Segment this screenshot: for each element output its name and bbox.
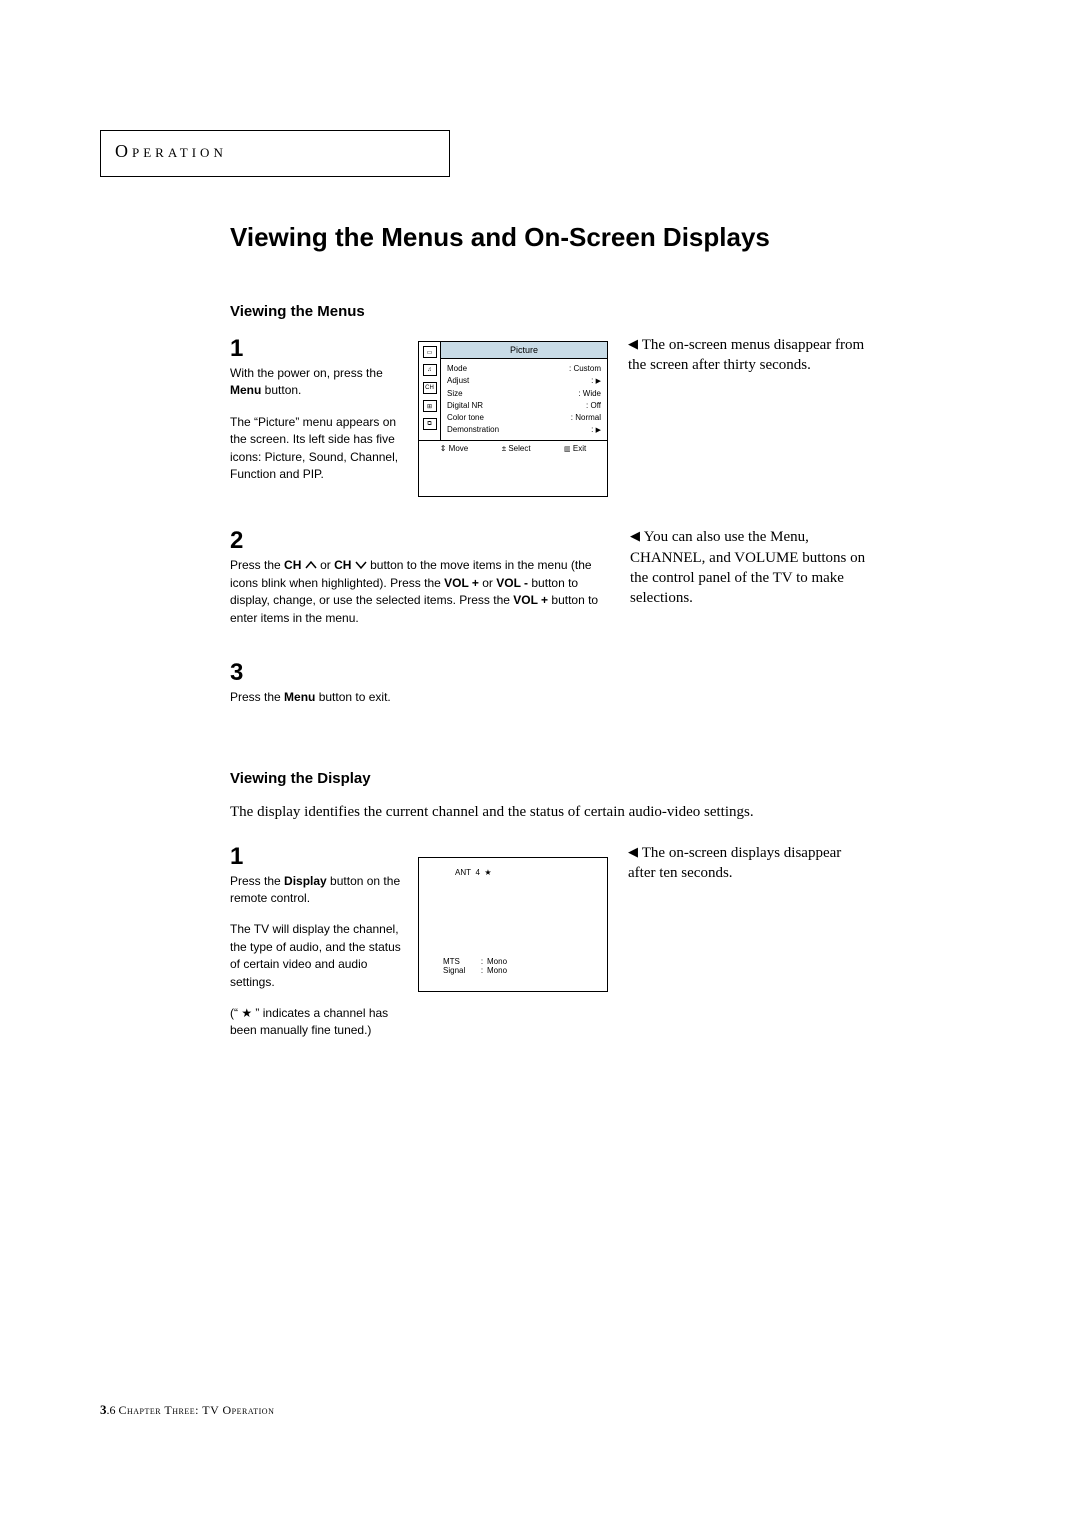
ch-down-icon bbox=[355, 560, 367, 570]
section-title-display: Viewing the Display bbox=[230, 770, 970, 787]
text: button. bbox=[261, 383, 301, 397]
text: Press the bbox=[230, 690, 284, 704]
osd-value: Mono bbox=[487, 957, 507, 966]
osd-value: Off bbox=[586, 400, 601, 412]
bold-text: CH bbox=[284, 558, 301, 572]
step-body: Press the Display button on the remote c… bbox=[230, 873, 410, 1040]
text: button to exit. bbox=[315, 690, 390, 704]
osd-display-screenshot: ANT 4 ★ MTS:Mono Signal:Mono bbox=[418, 857, 608, 992]
osd-value: Custom bbox=[569, 363, 601, 375]
osd-key: Digital NR bbox=[447, 400, 483, 412]
arrow-right-icon: : bbox=[591, 424, 601, 437]
page-title: Viewing the Menus and On-Screen Displays bbox=[230, 222, 970, 253]
text: The TV will display the channel, the typ… bbox=[230, 921, 410, 991]
chapter-box: Operation bbox=[100, 130, 450, 177]
note-text: You can also use the Menu, CHANNEL, and … bbox=[630, 529, 865, 606]
side-note: ◀ The on-screen displays disappear after… bbox=[628, 843, 868, 1054]
step-body: With the power on, press the Menu button… bbox=[230, 365, 410, 483]
text: or bbox=[479, 576, 496, 590]
side-note: ◀ You can also use the Menu, CHANNEL, an… bbox=[630, 527, 870, 641]
pointer-left-icon: ◀ bbox=[630, 527, 640, 545]
text: The “Picture” menu appears on the screen… bbox=[230, 414, 410, 484]
text: Press the bbox=[230, 558, 284, 572]
step-number: 1 bbox=[230, 843, 410, 871]
bold-text: CH bbox=[334, 558, 351, 572]
step-number: 3 bbox=[230, 659, 610, 687]
osd-key: Size bbox=[447, 388, 463, 400]
osd-key: MTS bbox=[443, 957, 477, 966]
osd-key: Adjust bbox=[447, 375, 469, 388]
step-body: Press the CH or CH button to the move it… bbox=[230, 557, 610, 627]
bold-text: Display bbox=[284, 874, 327, 888]
ch-up-icon bbox=[305, 560, 317, 570]
osd-key: Mode bbox=[447, 363, 467, 375]
step-body: Press the Menu button to exit. bbox=[230, 689, 610, 706]
note-text: The on-screen menus disappear from the s… bbox=[628, 337, 864, 373]
text: With the power on, press the bbox=[230, 366, 383, 380]
osd-footer-select: ± Select bbox=[502, 444, 531, 453]
osd-value: Normal bbox=[571, 412, 601, 424]
text: or bbox=[320, 558, 334, 572]
osd-key: Color tone bbox=[447, 412, 484, 424]
step-number: 1 bbox=[230, 335, 410, 363]
osd-key: Signal bbox=[443, 966, 477, 975]
osd-header: Picture bbox=[441, 342, 607, 359]
osd-ant-line: ANT 4 ★ bbox=[455, 868, 593, 877]
osd-key: Demonstration bbox=[447, 424, 499, 437]
note-text: The on-screen displays disappear after t… bbox=[628, 845, 841, 881]
bold-text: VOL + bbox=[513, 593, 548, 607]
osd-footer-exit: ▥ Exit bbox=[564, 444, 586, 453]
section-intro: The display identifies the current chann… bbox=[230, 802, 970, 822]
step-number: 2 bbox=[230, 527, 610, 555]
text: (“ ★ ” indicates a channel has been manu… bbox=[230, 1005, 410, 1040]
bold-text: VOL - bbox=[496, 576, 528, 590]
bold-text: Menu bbox=[230, 383, 261, 397]
osd-icon-strip: ▭ ♫ CH ⊞ ⧉ bbox=[419, 342, 441, 440]
text: Press the bbox=[230, 874, 284, 888]
osd-footer-move: Move bbox=[440, 444, 469, 453]
bold-text: VOL + bbox=[444, 576, 479, 590]
side-note: ◀ The on-screen menus disappear from the… bbox=[628, 335, 868, 497]
picture-icon: ▭ bbox=[423, 346, 437, 358]
arrow-right-icon: : bbox=[591, 375, 601, 388]
channel-icon: CH bbox=[423, 382, 437, 394]
function-icon: ⊞ bbox=[423, 400, 437, 412]
page-footer: 3.6 Chapter Three: TV Operation bbox=[100, 1402, 274, 1418]
sound-icon: ♫ bbox=[423, 364, 437, 376]
footer-chapter-text: Chapter Three: TV Operation bbox=[119, 1403, 275, 1417]
section-title-menus: Viewing the Menus bbox=[230, 303, 970, 320]
pointer-left-icon: ◀ bbox=[628, 335, 638, 353]
page-number-minor: .6 bbox=[107, 1403, 116, 1417]
osd-menu-screenshot: ▭ ♫ CH ⊞ ⧉ Picture Mode Custom Adjust: Si… bbox=[418, 341, 608, 497]
chapter-label: Operation bbox=[115, 141, 227, 161]
pip-icon: ⧉ bbox=[423, 418, 437, 430]
bold-text: Menu bbox=[284, 690, 315, 704]
pointer-left-icon: ◀ bbox=[628, 843, 638, 861]
osd-value: Mono bbox=[487, 966, 507, 975]
osd-value: Wide bbox=[578, 388, 601, 400]
